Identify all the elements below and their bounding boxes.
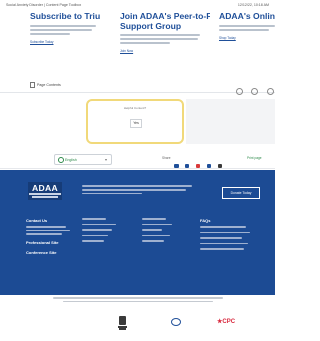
feedback-yes-button[interactable]: Yes [130,119,142,128]
contact-section: Contact Us Professional Site Conference … [26,218,74,255]
card-description [120,34,210,45]
share-label: Share [162,156,171,160]
print-page-link[interactable]: Print page [247,156,262,160]
card-subscribe: Subscribe to Triumph Subscribe Today [30,12,100,72]
globe-icon [58,157,64,163]
card-title: ADAA's Online S [219,12,275,21]
footer-faqs: FAQs [200,218,260,254]
chevron-down-icon: ▾ [104,156,107,162]
language-share-row [0,150,275,169]
tool-icons [232,82,274,100]
card-description [30,24,100,35]
join-now-link[interactable]: Join Now [120,49,210,53]
feedback-title: Helpful Content? [123,106,147,110]
card-description [219,24,275,31]
card-title: Join ADAA's Peer-to-Peer Support Group [120,12,210,31]
pinterest-icon[interactable] [195,163,201,168]
feedback-box: Helpful Content? Yes [86,99,184,144]
mission-statement [82,185,192,196]
email-icon[interactable] [217,163,223,168]
card-peer-support: Join ADAA's Peer-to-Peer Support Group J… [120,12,210,72]
site-footer: ADAA Donate Today Contact Us Professiona… [0,170,275,295]
seal-icon [118,316,127,330]
subscribe-link[interactable]: Subscribe Today [30,40,100,44]
print-header: Social Anxiety Disorder | Content Page T… [0,0,275,12]
side-panel [186,99,275,144]
language-value: English [65,157,77,162]
print-date: 12/12/22, 10:18 AM [237,3,269,7]
contact-heading: Contact Us [26,218,48,223]
partner-badges: ★CPC [0,316,275,332]
conference-site-link[interactable]: Conference Site [26,250,74,255]
adaa-logo[interactable]: ADAA [28,182,62,200]
facebook-icon[interactable] [174,163,179,168]
faqs-heading: FAQs [200,218,211,223]
bookmark-icon[interactable] [251,88,259,95]
donate-button[interactable]: Donate Today [222,187,260,199]
card-online-store: ADAA's Online S Shop Today [219,12,275,72]
footer-links-col-1 [82,218,120,246]
share-icon[interactable] [236,88,243,95]
shop-today-link[interactable]: Shop Today [219,36,275,40]
footer-links-col-2 [142,218,178,246]
accreditation-icon [171,318,181,326]
page-icon [30,82,35,88]
language-select[interactable]: English ▾ [54,154,112,165]
page-contents-link[interactable]: Page Contents [30,82,61,88]
professional-site-link[interactable]: Professional Site [26,240,74,245]
twitter-icon[interactable] [184,163,190,168]
page-title: Social Anxiety Disorder | Content Page T… [6,3,82,7]
copyright-text [50,297,225,304]
print-icon[interactable] [266,88,274,95]
card-title: Subscribe to Triumph [30,12,100,21]
cpc-logo-icon: ★CPC [217,319,236,325]
linkedin-icon[interactable] [206,163,212,168]
